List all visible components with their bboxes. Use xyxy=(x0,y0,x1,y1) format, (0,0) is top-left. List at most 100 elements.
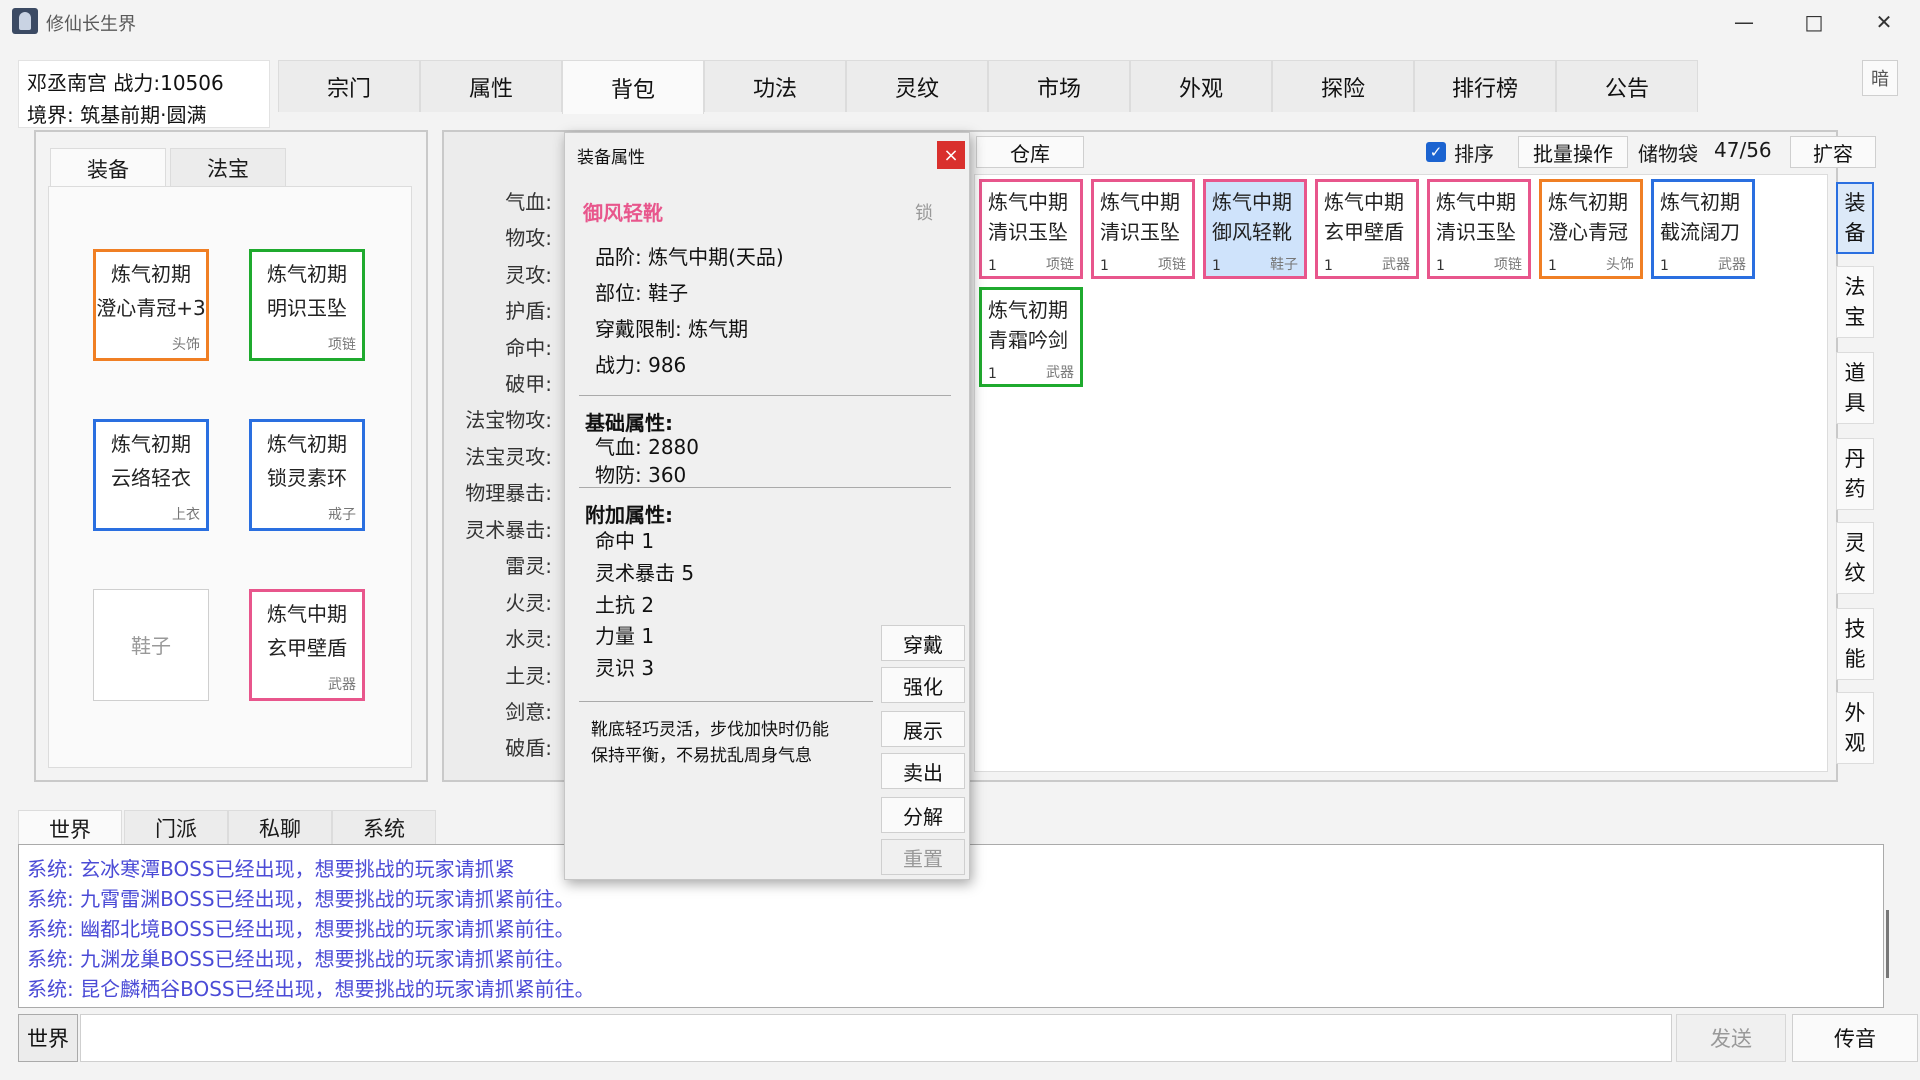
item-grade: 炼气初期 xyxy=(1660,190,1740,214)
item-count: 1 xyxy=(1660,258,1669,274)
tab-market[interactable]: 市场 xyxy=(988,60,1130,112)
bag-item[interactable]: 炼气初期 澄心青冠 1 头饰 xyxy=(1539,179,1643,279)
tab-ranking[interactable]: 排行榜 xyxy=(1414,60,1556,112)
equip-slot-ring[interactable]: 炼气初期 锁灵素环 戒子 xyxy=(249,419,365,531)
chat-scrollbar[interactable] xyxy=(1886,910,1889,978)
maximize-button[interactable]: □ xyxy=(1782,0,1846,44)
chat-tab-sect[interactable]: 门派 xyxy=(124,810,228,844)
item-grade: 炼气中期 xyxy=(1212,190,1292,214)
extra-stat: 命中 1 xyxy=(595,529,655,553)
category-equipment[interactable]: 装备 xyxy=(1836,182,1874,254)
close-window-button[interactable]: ✕ xyxy=(1852,0,1916,44)
sort-checkbox[interactable]: ✓ xyxy=(1426,142,1446,162)
category-treasure[interactable]: 法宝 xyxy=(1836,266,1874,338)
slot-type: 上衣 xyxy=(172,507,200,523)
equip-slot-shoes[interactable]: 鞋子 xyxy=(93,589,209,701)
bag-capacity-label: 储物袋 xyxy=(1638,142,1698,166)
base-stat: 气血: 2880 xyxy=(595,435,699,459)
equip-slot-weapon[interactable]: 炼气中期 玄甲壁盾 武器 xyxy=(249,589,365,701)
popup-title: 装备属性 xyxy=(577,148,645,168)
tab-attributes[interactable]: 属性 xyxy=(420,60,562,112)
attr-shield: 护盾: xyxy=(505,299,552,323)
item-count: 1 xyxy=(1324,258,1333,274)
item-type: 项链 xyxy=(1494,257,1522,273)
item-type: 项链 xyxy=(1158,257,1186,273)
divider xyxy=(579,395,951,396)
title-bar: 修仙长生界 — □ ✕ xyxy=(0,0,1920,44)
subtab-equipment[interactable]: 装备 xyxy=(50,148,166,188)
extra-stat: 力量 1 xyxy=(595,624,655,648)
minimize-button[interactable]: — xyxy=(1712,0,1776,44)
chat-tab-system[interactable]: 系统 xyxy=(332,810,436,844)
bag-item-selected[interactable]: 炼气中期 御风轻靴 1 鞋子 xyxy=(1203,179,1307,279)
item-power: 战力: 986 xyxy=(595,353,687,377)
category-skills[interactable]: 技能 xyxy=(1836,608,1874,680)
bag-item[interactable]: 炼气初期 截流阔刀 1 武器 xyxy=(1651,179,1755,279)
lock-button[interactable]: 锁 xyxy=(915,199,933,225)
item-name: 澄心青冠 xyxy=(1548,220,1628,244)
item-name: 青霜吟剑 xyxy=(988,328,1068,352)
item-name: 清识玉坠 xyxy=(1100,220,1180,244)
category-char: 能 xyxy=(1844,647,1866,671)
main-tabs: 宗门 属性 背包 功法 灵纹 市场 外观 探险 排行榜 公告 xyxy=(278,60,1698,114)
category-runes[interactable]: 灵纹 xyxy=(1836,522,1874,594)
category-items[interactable]: 道具 xyxy=(1836,352,1874,424)
reset-button[interactable]: 重置 xyxy=(881,839,965,875)
tab-sect[interactable]: 宗门 xyxy=(278,60,420,112)
category-char: 法 xyxy=(1844,275,1866,299)
chat-tab-world[interactable]: 世界 xyxy=(18,810,122,846)
equip-slot-head[interactable]: 炼气初期 澄心青冠+3 头饰 xyxy=(93,249,209,361)
tab-skills[interactable]: 功法 xyxy=(704,60,846,112)
item-grade: 炼气中期 xyxy=(1436,190,1516,214)
category-appearance[interactable]: 外观 xyxy=(1836,692,1874,764)
tab-runes[interactable]: 灵纹 xyxy=(846,60,988,112)
chat-channel-button[interactable]: 世界 xyxy=(18,1014,78,1062)
tab-backpack[interactable]: 背包 xyxy=(562,60,704,114)
bag-item[interactable]: 炼气中期 玄甲壁盾 1 武器 xyxy=(1315,179,1419,279)
enhance-button[interactable]: 强化 xyxy=(881,667,965,703)
category-char: 备 xyxy=(1844,221,1866,245)
category-char: 装 xyxy=(1844,191,1866,215)
slot-name: 澄心青冠+3 xyxy=(96,296,206,320)
equip-button[interactable]: 穿戴 xyxy=(881,625,965,661)
dismantle-button[interactable]: 分解 xyxy=(881,797,965,833)
tab-appearance[interactable]: 外观 xyxy=(1130,60,1272,112)
app-icon xyxy=(12,8,38,34)
display-button[interactable]: 展示 xyxy=(881,711,965,747)
item-grade: 炼气中期 xyxy=(1324,190,1404,214)
window-title: 修仙长生界 xyxy=(46,14,136,35)
chat-message: 系统: 昆仑麟栖谷BOSS已经出现，想要挑战的玩家请抓紧前往。 xyxy=(27,977,595,1001)
sell-button[interactable]: 卖出 xyxy=(881,753,965,789)
tab-announcement[interactable]: 公告 xyxy=(1556,60,1698,112)
item-type: 项链 xyxy=(1046,257,1074,273)
bag-item[interactable]: 炼气初期 青霜吟剑 1 武器 xyxy=(979,287,1083,387)
item-grade: 品阶: 炼气中期(天品) xyxy=(595,245,784,269)
send-button[interactable]: 发送 xyxy=(1676,1014,1786,1062)
bag-item[interactable]: 炼气中期 清识玉坠 1 项链 xyxy=(1091,179,1195,279)
divider xyxy=(579,487,951,488)
bag-item[interactable]: 炼气中期 清识玉坠 1 项链 xyxy=(979,179,1083,279)
attr-phys-crit: 物理暴击: xyxy=(465,481,552,505)
subtab-treasure[interactable]: 法宝 xyxy=(170,148,286,186)
attr-phys-atk: 物攻: xyxy=(505,226,552,250)
expand-button[interactable]: 扩容 xyxy=(1790,136,1876,168)
equip-slot-necklace[interactable]: 炼气初期 明识玉坠 项链 xyxy=(249,249,365,361)
voice-button[interactable]: 传音 xyxy=(1792,1014,1918,1062)
category-pills[interactable]: 丹药 xyxy=(1836,438,1874,510)
item-type: 武器 xyxy=(1046,365,1074,381)
item-count: 1 xyxy=(1212,258,1221,274)
bag-item[interactable]: 炼气中期 清识玉坠 1 项链 xyxy=(1427,179,1531,279)
slot-name: 云络轻衣 xyxy=(111,466,191,490)
popup-close-button[interactable]: × xyxy=(937,141,965,169)
tab-explore[interactable]: 探险 xyxy=(1272,60,1414,112)
slot-grade: 炼气初期 xyxy=(267,262,347,286)
dark-mode-button[interactable]: 暗 xyxy=(1862,60,1898,96)
equip-slot-top[interactable]: 炼气初期 云络轻衣 上衣 xyxy=(93,419,209,531)
batch-operation-button[interactable]: 批量操作 xyxy=(1518,136,1628,168)
chat-input[interactable] xyxy=(80,1014,1672,1062)
chat-tab-private[interactable]: 私聊 xyxy=(228,810,332,844)
warehouse-button[interactable]: 仓库 xyxy=(976,136,1084,168)
equipment-attributes-popup: 装备属性 × 御风轻靴 锁 品阶: 炼气中期(天品) 部位: 鞋子 穿戴限制: … xyxy=(564,132,970,880)
chat-message: 系统: 九霄雷渊BOSS已经出现，想要挑战的玩家请抓紧前往。 xyxy=(27,887,575,911)
bag-capacity: 47/56 xyxy=(1714,138,1772,162)
